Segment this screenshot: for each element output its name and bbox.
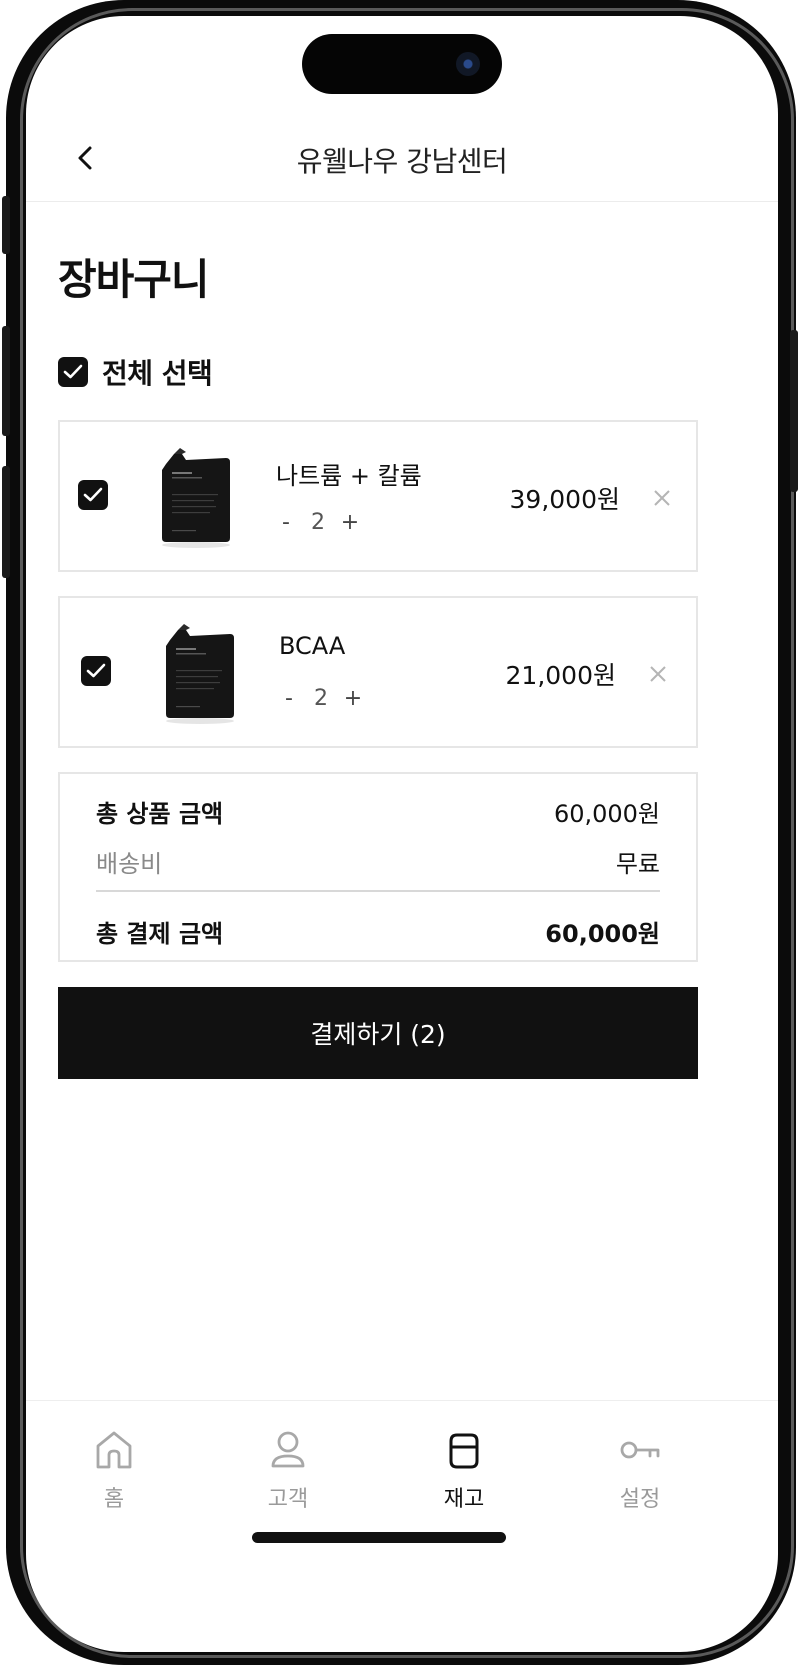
quantity-increase-button[interactable]: + [338,510,362,535]
quantity-value: 2 [314,686,328,711]
tab-inventory[interactable]: 재고 [404,1429,524,1513]
order-summary: 총 상품 금액 60,000원 배송비 무료 총 결제 금액 60,000원 [58,772,698,962]
remove-item-button[interactable] [644,660,672,688]
shipping-row: 배송비 무료 [96,844,660,879]
phone-volume-up-button [2,326,10,436]
quantity-increase-button[interactable]: + [341,686,365,711]
item-name: 나트륨 + 칼륨 [276,462,422,490]
item-price: 39,000원 [509,485,620,514]
tab-home[interactable]: 홈 [54,1429,174,1513]
tab-settings[interactable]: 설정 [580,1429,700,1513]
product-pouch-image [162,448,230,548]
select-all-row[interactable]: 전체 선택 [58,352,213,392]
home-indicator [252,1532,506,1543]
item-name: BCAA [279,632,346,660]
item-checkbox[interactable] [78,480,108,510]
box-icon [449,1433,479,1469]
product-total-row: 총 상품 금액 60,000원 [96,794,660,829]
checkmark-icon [63,364,83,379]
page-title: 장바구니 [58,255,210,304]
person-icon [271,1431,305,1468]
shipping-label: 배송비 [96,850,163,878]
close-icon [654,490,670,506]
product-total-value: 60,000원 [553,800,660,828]
remove-item-button[interactable] [648,484,676,512]
payment-total-row: 총 결제 금액 60,000원 [96,914,660,949]
bottom-tab-bar: 홈 고객 재고 설정 [26,1400,778,1580]
quantity-decrease-button[interactable]: - [274,510,298,535]
close-icon [650,666,666,682]
app-screen: 유웰나우 강남센터 장바구니 전체 선택 나트륨 + 칼륨 - 2 + 39,0… [26,16,778,1652]
tab-label: 홈 [103,1487,125,1512]
cart-item: 나트륨 + 칼륨 - 2 + 39,000원 [58,420,698,572]
select-all-checkbox[interactable] [58,357,88,387]
item-price: 21,000원 [505,661,616,690]
header-title: 유웰나우 강남센터 [296,145,508,178]
camera-icon [456,52,480,76]
dynamic-island [302,34,502,94]
top-navigation-bar: 유웰나우 강남센터 [26,114,778,202]
payment-total-value: 60,000원 [545,920,660,948]
tab-label: 고객 [267,1487,309,1512]
tab-label: 설정 [619,1487,661,1512]
key-icon [620,1441,660,1459]
shipping-value: 무료 [615,850,660,878]
tab-label: 재고 [443,1487,485,1512]
summary-divider [96,890,660,892]
product-pouch-image [166,624,234,724]
item-checkbox[interactable] [81,656,111,686]
checkmark-icon [83,487,103,502]
quantity-decrease-button[interactable]: - [277,686,301,711]
phone-volume-down-button [2,466,10,578]
phone-silent-switch [2,196,10,254]
product-total-label: 총 상품 금액 [96,800,224,828]
checkmark-icon [86,663,106,678]
tab-customers[interactable]: 고객 [228,1429,348,1513]
cart-item: BCAA - 2 + 21,000원 [58,596,698,748]
select-all-label: 전체 선택 [102,357,213,390]
home-icon [96,1431,132,1469]
quantity-stepper: - 2 + [274,510,362,535]
phone-power-button [790,330,798,492]
quantity-value: 2 [311,510,325,535]
checkout-button[interactable]: 결제하기 (2) [58,987,698,1079]
payment-total-label: 총 결제 금액 [96,920,224,948]
quantity-stepper: - 2 + [277,686,365,711]
